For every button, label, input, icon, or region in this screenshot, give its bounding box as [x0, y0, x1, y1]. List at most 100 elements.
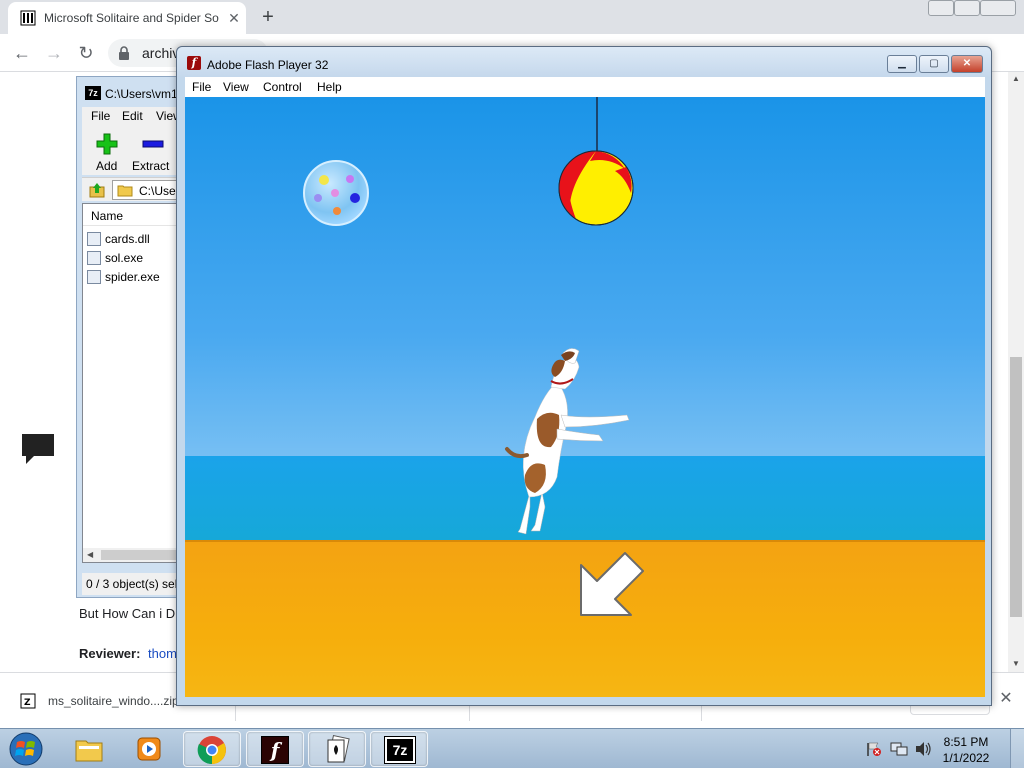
lock-icon: [119, 46, 129, 60]
forward-arrow-icon[interactable]: →: [42, 41, 66, 65]
maximize-button[interactable]: ▢: [919, 55, 949, 73]
plus-icon: [96, 133, 118, 155]
taskbar-media-player-button[interactable]: [120, 731, 178, 767]
action-center-flag-icon[interactable]: [866, 741, 882, 757]
browser-minimize-button[interactable]: [928, 0, 954, 16]
flash-player-window[interactable]: f Adobe Flash Player 32 ▁ ▢ ✕ File View …: [176, 46, 992, 706]
flash-game-stage[interactable]: [185, 97, 985, 697]
taskbar: f 7z 8:51 PM 1/1/2022: [0, 728, 1024, 768]
browser-tabstrip: Microsoft Solitaire and Spider So ✕ +: [0, 0, 1024, 34]
tab-close-icon[interactable]: ✕: [226, 9, 242, 27]
7zip-menu-edit[interactable]: Edit: [122, 109, 143, 123]
flash-menu-control[interactable]: Control: [263, 80, 302, 94]
folder-icon: [117, 185, 133, 197]
7zip-app-icon: 7z: [85, 86, 101, 100]
scroll-down-icon[interactable]: ▼: [1011, 659, 1021, 669]
archive-favicon-icon: [20, 10, 36, 26]
jumping-dog[interactable]: [505, 348, 630, 535]
list-item[interactable]: cards.dll: [87, 230, 185, 248]
taskbar-flash-button[interactable]: f: [246, 731, 304, 767]
column-name-label: Name: [91, 209, 124, 223]
bubble-ball[interactable]: [303, 160, 369, 226]
flash-menubar: File View Control Help: [185, 77, 985, 97]
close-button[interactable]: ✕: [951, 55, 983, 73]
volume-icon[interactable]: [914, 741, 932, 757]
playing-card-icon: [327, 735, 350, 763]
7zip-file-list: Name cards.dll sol.exe spider.exe ◀: [82, 203, 187, 563]
7zip-window[interactable]: 7z C:\Users\vm1 File Edit View Add Extra…: [76, 76, 187, 598]
back-arrow-icon[interactable]: ←: [10, 41, 34, 65]
close-downloads-icon[interactable]: ✕: [996, 689, 1016, 709]
flash-icon: f: [261, 736, 289, 764]
7zip-status-text: 0 / 3 object(s) sele: [86, 577, 185, 591]
reviewer-link[interactable]: thom: [148, 646, 177, 661]
beach-ball[interactable]: [558, 150, 634, 226]
taskbar-solitaire-button[interactable]: [308, 731, 366, 767]
game-scene: [303, 97, 644, 616]
start-button-windows-icon[interactable]: [6, 731, 46, 767]
address-text: archiv: [142, 45, 180, 61]
page-scrollbar[interactable]: ▲ ▼: [1008, 72, 1024, 672]
reviewer-label: Reviewer:: [79, 646, 141, 661]
reload-icon[interactable]: ↻: [74, 41, 98, 65]
minimize-button[interactable]: ▁: [887, 55, 917, 73]
download-name: ms_solitaire_windo....zip: [48, 694, 179, 708]
svg-text:Z: Z: [24, 698, 31, 708]
exe-file-icon: [87, 251, 101, 265]
7zip-status-bar: 0 / 3 object(s) sele: [82, 573, 186, 595]
7zip-address-bar: C:\Use: [82, 177, 186, 201]
system-tray: 8:51 PM 1/1/2022: [860, 729, 1024, 768]
file-name: sol.exe: [105, 251, 144, 265]
7zip-window-title: C:\Users\vm1: [105, 87, 178, 101]
taskbar-chrome-button[interactable]: [183, 731, 241, 767]
scroll-left-icon[interactable]: ◀: [87, 550, 93, 559]
clock-date[interactable]: 1/1/2022: [932, 751, 1000, 765]
chrome-icon: [197, 736, 226, 765]
zip-file-icon: Z: [20, 693, 36, 709]
minus-icon: [142, 140, 164, 148]
7zip-toolbar: Add Extract: [82, 125, 186, 175]
network-icon[interactable]: [890, 741, 908, 757]
list-item[interactable]: spider.exe: [87, 268, 185, 286]
flash-menu-file[interactable]: File: [192, 80, 211, 94]
browser-tab[interactable]: Microsoft Solitaire and Spider So ✕: [8, 2, 246, 34]
extract-label: Extract: [132, 159, 170, 173]
taskbar-explorer-button[interactable]: [60, 731, 118, 767]
add-label: Add: [96, 159, 118, 173]
flash-app-icon: f: [187, 56, 201, 70]
list-item[interactable]: sol.exe: [87, 249, 185, 267]
clock-time[interactable]: 8:51 PM: [932, 735, 1000, 749]
chat-icon[interactable]: [20, 432, 56, 466]
7zip-horizontal-scrollbar[interactable]: ◀: [83, 548, 185, 562]
file-name: cards.dll: [105, 232, 150, 246]
show-desktop-button[interactable]: [1010, 729, 1024, 768]
hscroll-thumb[interactable]: [101, 550, 181, 560]
flash-menu-help[interactable]: Help: [317, 80, 342, 94]
media-player-icon: [137, 737, 161, 761]
dll-file-icon: [87, 232, 101, 246]
flash-menu-view[interactable]: View: [223, 80, 249, 94]
scroll-thumb[interactable]: [1010, 357, 1022, 617]
folder-icon: [75, 740, 103, 762]
flash-titlebar[interactable]: f Adobe Flash Player 32 ▁ ▢ ✕: [177, 47, 991, 77]
folder-up-icon[interactable]: [88, 181, 106, 199]
exe-file-icon: [87, 270, 101, 284]
7zip-path-text: C:\Use: [139, 184, 176, 198]
7zip-path-field[interactable]: C:\Use: [112, 180, 186, 200]
browser-close-button[interactable]: [980, 0, 1016, 16]
taskbar-7zip-button[interactable]: 7z: [370, 731, 428, 767]
browser-restore-button[interactable]: [954, 0, 980, 16]
new-tab-button[interactable]: +: [256, 5, 280, 29]
7zip-icon: 7z: [384, 736, 416, 764]
file-name: spider.exe: [105, 270, 160, 284]
column-header-name[interactable]: Name: [83, 204, 187, 226]
flash-window-title: Adobe Flash Player 32: [207, 58, 329, 72]
extract-button[interactable]: Extract: [130, 127, 182, 175]
scroll-up-icon[interactable]: ▲: [1011, 74, 1021, 84]
direction-arrow-icon[interactable]: [580, 552, 644, 616]
add-button[interactable]: Add: [86, 127, 130, 175]
7zip-menu-file[interactable]: File: [91, 109, 110, 123]
page-question-text: But How Can i D: [79, 606, 176, 621]
7zip-menubar: File Edit View: [82, 107, 186, 125]
tab-title: Microsoft Solitaire and Spider So: [44, 11, 219, 25]
